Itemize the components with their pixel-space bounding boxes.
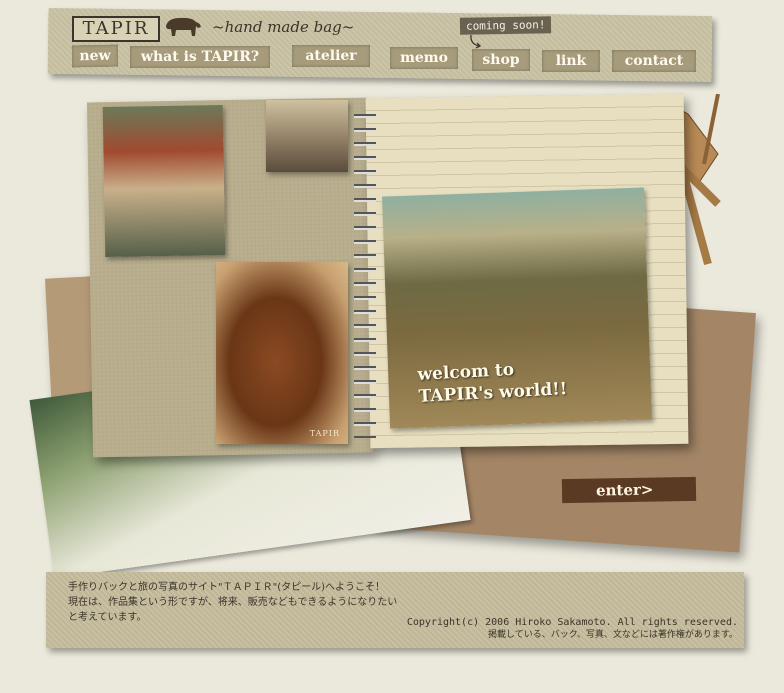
photo-caption: TAPIR	[309, 429, 340, 438]
tapir-logo[interactable]: TAPIR	[72, 16, 160, 42]
photo-textiles	[102, 104, 226, 258]
photo-leather-bag: TAPIR	[216, 262, 348, 444]
photo-people	[266, 100, 348, 172]
nav-new[interactable]: new	[71, 44, 119, 68]
intro-text: 手作りバックと旅の写真のサイト"ＴＡＰＩＲ"(タピール)へようこそ！ 現在は、作…	[68, 580, 398, 625]
enter-button[interactable]: enter>	[561, 476, 697, 504]
copyright-block: Copyright(c) 2006 Hiroko Sakamoto. All r…	[400, 616, 738, 642]
nav-atelier[interactable]: atelier	[292, 45, 370, 67]
intro-line-1: 手作りバックと旅の写真のサイト"ＴＡＰＩＲ"(タピール)へようこそ！	[68, 582, 386, 593]
welcome-text: welcom to TAPIR's world!!	[417, 356, 568, 408]
notebook-spiral	[354, 108, 376, 438]
nav-what-is-tapir[interactable]: what is TAPIR?	[130, 46, 270, 68]
copyright-text: Copyright(c) 2006 Hiroko Sakamoto. All r…	[406, 617, 738, 628]
copyright-notice: 掲載している、バック、写真、文などには著作権があります。	[487, 630, 738, 640]
intro-line-2: 現在は、作品集という形ですが、将来、販売などもできるようになりたいと考えています…	[68, 597, 398, 623]
coming-soon-badge: coming soon!	[459, 16, 552, 35]
nav-memo[interactable]: memo	[390, 47, 458, 69]
tagline: ~hand made bag~	[212, 18, 355, 36]
tapir-icon	[162, 14, 202, 42]
nav-shop[interactable]: shop	[472, 49, 530, 71]
nav-contact[interactable]: contact	[612, 50, 696, 72]
nav-link[interactable]: link	[542, 50, 600, 72]
